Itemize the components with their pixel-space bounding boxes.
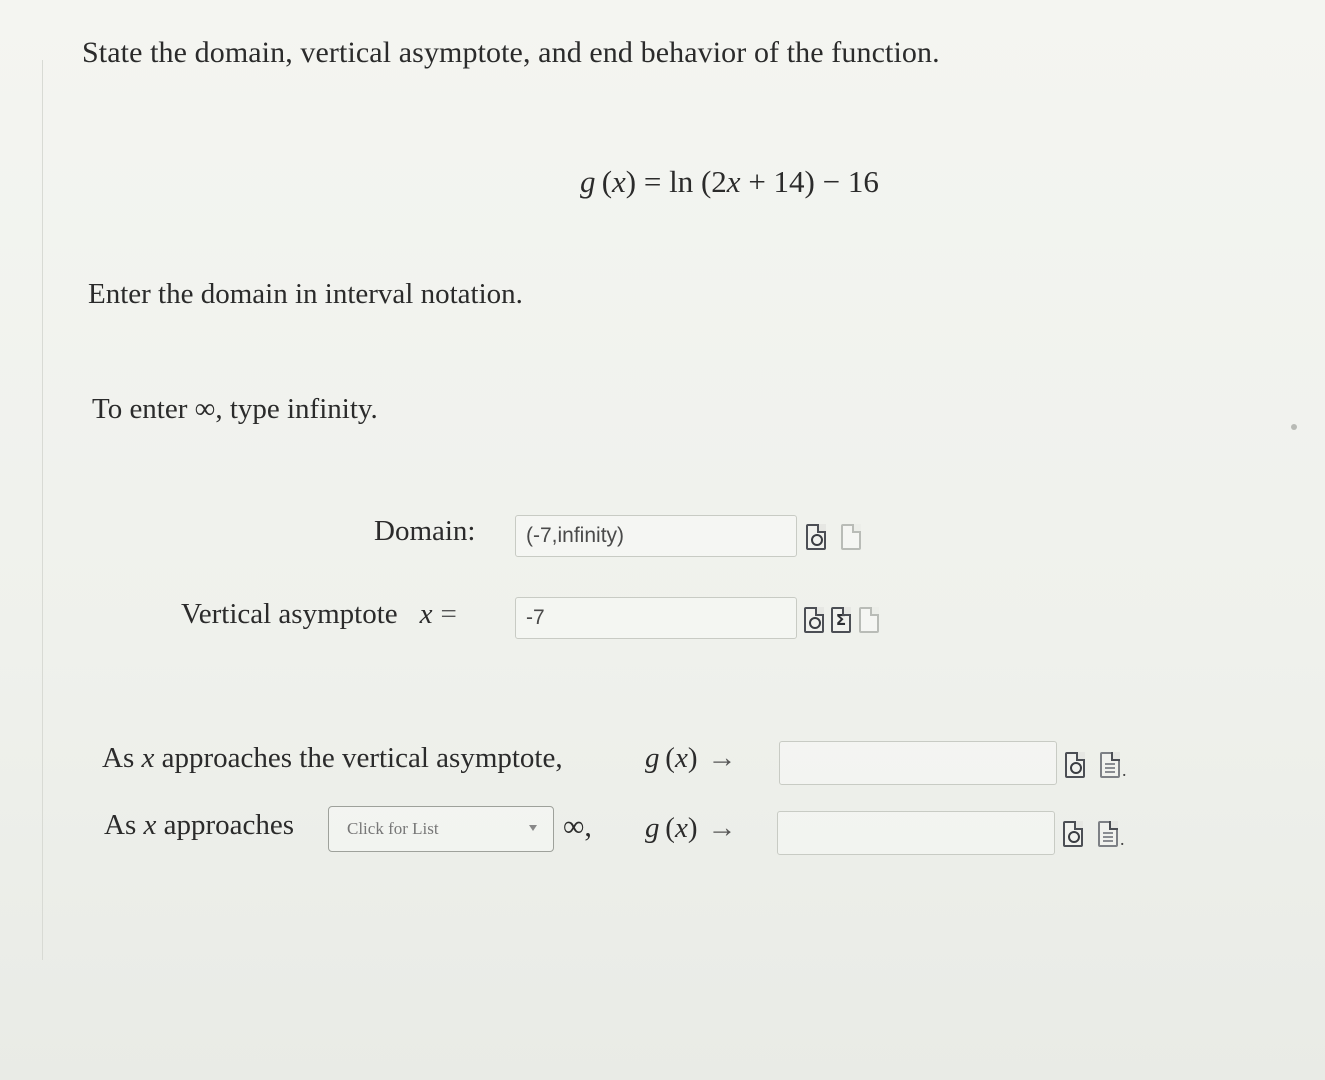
preview-icon[interactable] — [1063, 821, 1083, 847]
vertical-asymptote-input[interactable]: -7 — [515, 597, 797, 639]
g-of-x-label-1: g (x) → — [645, 742, 737, 774]
divider — [42, 60, 43, 960]
gx1-x: x — [674, 742, 688, 774]
end-behavior-input-1[interactable] — [779, 741, 1057, 785]
sigma-icon[interactable]: Σ — [831, 607, 851, 633]
eq-x: x — [612, 164, 626, 199]
select-label: Click for List — [347, 819, 439, 838]
preview-icon[interactable] — [806, 524, 826, 550]
document-icon[interactable] — [859, 607, 879, 633]
gx1-g: g — [645, 742, 660, 774]
ab2-var: x — [143, 809, 157, 841]
stray-dot — [1291, 424, 1297, 430]
ab1-var: x — [141, 742, 155, 774]
ab2-prefix: As — [104, 809, 144, 841]
ab2-suffix: approaches — [156, 809, 295, 841]
eq-tail: + 14) − 16 — [748, 164, 879, 199]
document-icon[interactable] — [1100, 752, 1120, 778]
ab1-prefix: As — [102, 742, 142, 774]
preview-icon[interactable] — [804, 607, 824, 633]
infinity-symbol: ∞, — [563, 810, 592, 843]
chevron-down-icon — [529, 825, 537, 831]
eq-x2: x — [726, 164, 741, 199]
va-label-text: Vertical asymptote — [181, 598, 398, 630]
va-var: x — [419, 598, 433, 630]
preview-icon[interactable] — [1065, 752, 1085, 778]
end-behavior-label-2: As x approaches — [104, 809, 294, 842]
ab1-suffix: approaches the vertical asymptote, — [154, 742, 563, 774]
infinity-instruction: To enter ∞, type infinity. — [92, 393, 378, 425]
end-behavior-input-2[interactable] — [777, 811, 1055, 855]
gx2-x: x — [674, 812, 688, 844]
direction-select[interactable]: Click for List — [328, 806, 554, 852]
arrow-icon: → — [707, 812, 737, 844]
document-icon[interactable] — [1098, 821, 1118, 847]
function-equation: g (x) = ln (2x + 14) − 16 — [580, 164, 879, 199]
end-behavior-label-1: As x approaches the vertical asymptote, — [102, 742, 563, 775]
domain-input[interactable]: (-7,infinity) — [515, 515, 797, 557]
period-mark: . — [1120, 829, 1125, 849]
document-icon[interactable] — [841, 524, 861, 550]
domain-instruction: Enter the domain in interval notation. — [88, 278, 523, 310]
eq-g: g — [580, 164, 596, 199]
g-of-x-label-2: g (x) → — [645, 812, 737, 844]
domain-label: Domain: — [374, 515, 476, 547]
eq-rhs: = ln (2 — [643, 164, 727, 199]
arrow-icon: → — [707, 742, 737, 774]
period-mark: . — [1122, 760, 1127, 780]
gx2-g: g — [645, 812, 660, 844]
va-eq: = — [440, 598, 457, 630]
page: State the domain, vertical asymptote, an… — [0, 0, 1325, 1080]
question-text: State the domain, vertical asymptote, an… — [82, 36, 940, 69]
vertical-asymptote-label: Vertical asymptote x = — [181, 598, 457, 631]
